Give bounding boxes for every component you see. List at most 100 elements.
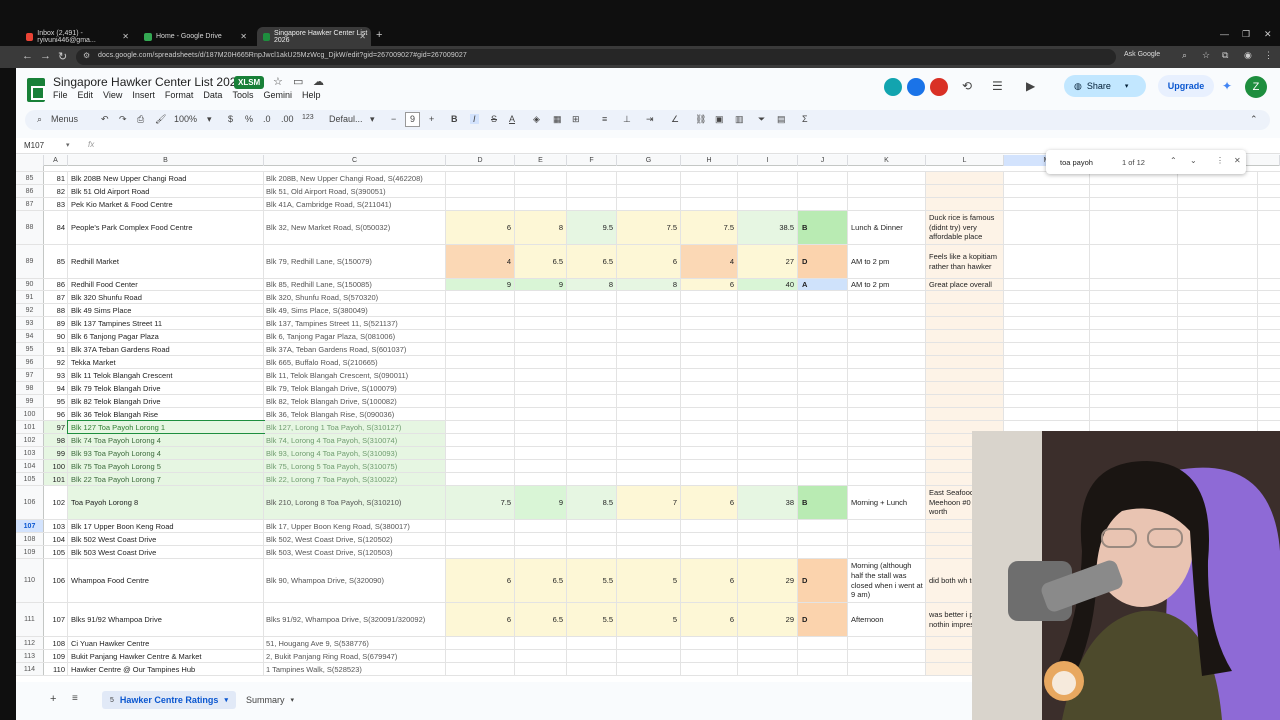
borders-icon[interactable]: ▦ [553,114,562,125]
ask-google-button[interactable]: Ask Google [1124,51,1160,58]
cell-grade[interactable]: A [798,279,848,290]
cell-id[interactable]: 107 [44,603,68,636]
cell-empty[interactable] [848,650,926,662]
column-header-b[interactable]: B [68,155,264,166]
cell-empty[interactable] [567,369,617,381]
cell-empty[interactable] [738,546,798,558]
cell-empty[interactable] [1090,279,1178,290]
cell-address[interactable]: Blk 37A, Teban Gardens Road, S(601037) [264,343,446,355]
cell-empty[interactable] [567,185,617,197]
cell-address[interactable]: Blk 90, Whampoa Drive, S(320090) [264,559,446,602]
cell-score-g[interactable]: 8 [617,279,681,290]
cell-empty[interactable] [515,663,567,675]
cell-empty[interactable] [515,546,567,558]
cell-score-i[interactable]: 27 [738,245,798,278]
cell-empty[interactable] [1178,317,1258,329]
comment-icon[interactable]: ▣ [715,114,724,125]
cell-address[interactable]: Blk 41A, Cambridge Road, S(211041) [264,198,446,210]
column-header-e[interactable]: E [515,155,567,166]
cell-id[interactable]: 86 [44,279,68,290]
cell-empty[interactable] [1004,291,1090,303]
cell-empty[interactable] [446,395,515,407]
cell-empty[interactable] [617,198,681,210]
decrease-decimal[interactable]: .0 [263,114,271,124]
cell-empty[interactable] [848,382,926,394]
cell-empty[interactable] [515,421,567,433]
cell-empty[interactable] [848,408,926,420]
cell-empty[interactable] [617,382,681,394]
cell-empty[interactable] [798,185,848,197]
cell-empty[interactable] [515,343,567,355]
cell-score-h[interactable]: 4 [681,245,738,278]
row-number[interactable]: 109 [16,546,44,558]
cell-empty[interactable] [1004,343,1090,355]
cell-empty[interactable] [446,172,515,184]
table-row[interactable]: 98 94 Blk 79 Telok Blangah Drive Blk 79, Te… [16,382,1280,395]
undo-icon[interactable]: ↶ [101,114,109,125]
account-avatar[interactable]: Z [1245,76,1267,98]
cell-name[interactable]: Blk 502 West Coast Drive [68,533,264,545]
cell-empty[interactable] [515,520,567,532]
cell-empty[interactable] [926,304,1004,316]
cell-name[interactable]: Blk 22 Toa Payoh Lorong 7 [68,473,264,485]
cell-empty[interactable] [567,650,617,662]
collaborator-avatar-icon[interactable] [884,78,902,96]
cell-id[interactable]: 89 [44,317,68,329]
cell-score-d[interactable]: 9 [446,279,515,290]
cell-empty[interactable] [567,520,617,532]
cell-empty[interactable] [1004,317,1090,329]
cell-empty[interactable] [798,343,848,355]
cell-empty[interactable] [681,434,738,446]
cell-empty[interactable] [1090,356,1178,368]
cell-empty[interactable] [681,330,738,342]
cell-score-h[interactable]: 7.5 [681,211,738,244]
cell-address[interactable]: Blk 74, Lorong 4 Toa Payoh, S(310074) [264,434,446,446]
cell-id[interactable]: 88 [44,304,68,316]
text-color-icon[interactable]: A [509,114,515,124]
cell-score-g[interactable]: 6 [617,245,681,278]
table-row[interactable]: 90 86 Redhill Food Center Blk 85, Redhill L… [16,279,1280,291]
cell-notes[interactable]: Great place overall [926,279,1004,290]
close-tab-icon[interactable]: ✕ [359,32,366,41]
column-header-d[interactable]: D [446,155,515,166]
cell-score-h[interactable]: 6 [681,486,738,519]
cell-empty[interactable] [567,421,617,433]
cell-empty[interactable] [848,343,926,355]
cell-empty[interactable] [848,533,926,545]
browser-tab-sheets[interactable]: Singapore Hawker Center List 2026 ✕ [257,27,371,46]
cell-empty[interactable] [617,520,681,532]
cell-address[interactable]: Blk 51, Old Airport Road, S(390051) [264,185,446,197]
cell-score-e[interactable]: 9 [515,486,567,519]
cell-empty[interactable] [681,447,738,459]
row-number[interactable]: 85 [16,172,44,184]
strikethrough-icon[interactable]: S [491,114,497,124]
cell-time[interactable]: Morning (although half the stall was clo… [848,559,926,602]
cell-empty[interactable] [446,304,515,316]
table-row[interactable]: 92 88 Blk 49 Sims Place Blk 49, Sims Place,… [16,304,1280,317]
select-all-corner[interactable] [16,155,44,166]
menu-edit[interactable]: Edit [78,90,94,100]
cell-empty[interactable] [798,304,848,316]
meet-icon[interactable]: ▶ [1026,79,1035,93]
number-format[interactable]: 123 [302,114,314,121]
cell-empty[interactable] [617,460,681,472]
cell-name[interactable]: Pek Kio Market & Food Centre [68,198,264,210]
cell-empty[interactable] [567,382,617,394]
table-row[interactable]: 100 96 Blk 36 Telok Blangah Rise Blk 36, Te… [16,408,1280,421]
cell-id[interactable]: 92 [44,356,68,368]
column-header-a[interactable]: A [44,155,68,166]
cell-score-f[interactable]: 5.5 [567,603,617,636]
cell-score-d[interactable]: 4 [446,245,515,278]
add-sheet-icon[interactable]: + [50,693,56,705]
cell-name[interactable]: Toa Payoh Lorong 8 [68,486,264,519]
maximize-icon[interactable]: ❐ [1242,29,1250,40]
row-number[interactable]: 106 [16,486,44,519]
cell-id[interactable]: 103 [44,520,68,532]
merge-cells-icon[interactable]: ⊞ [572,114,580,125]
table-row[interactable]: 91 87 Blk 320 Shunfu Road Blk 320, Shunfu R… [16,291,1280,304]
cell-empty[interactable] [1004,395,1090,407]
cell-empty[interactable] [446,650,515,662]
cell-empty[interactable] [1090,369,1178,381]
cell-empty[interactable] [681,185,738,197]
cell-id[interactable]: 100 [44,460,68,472]
